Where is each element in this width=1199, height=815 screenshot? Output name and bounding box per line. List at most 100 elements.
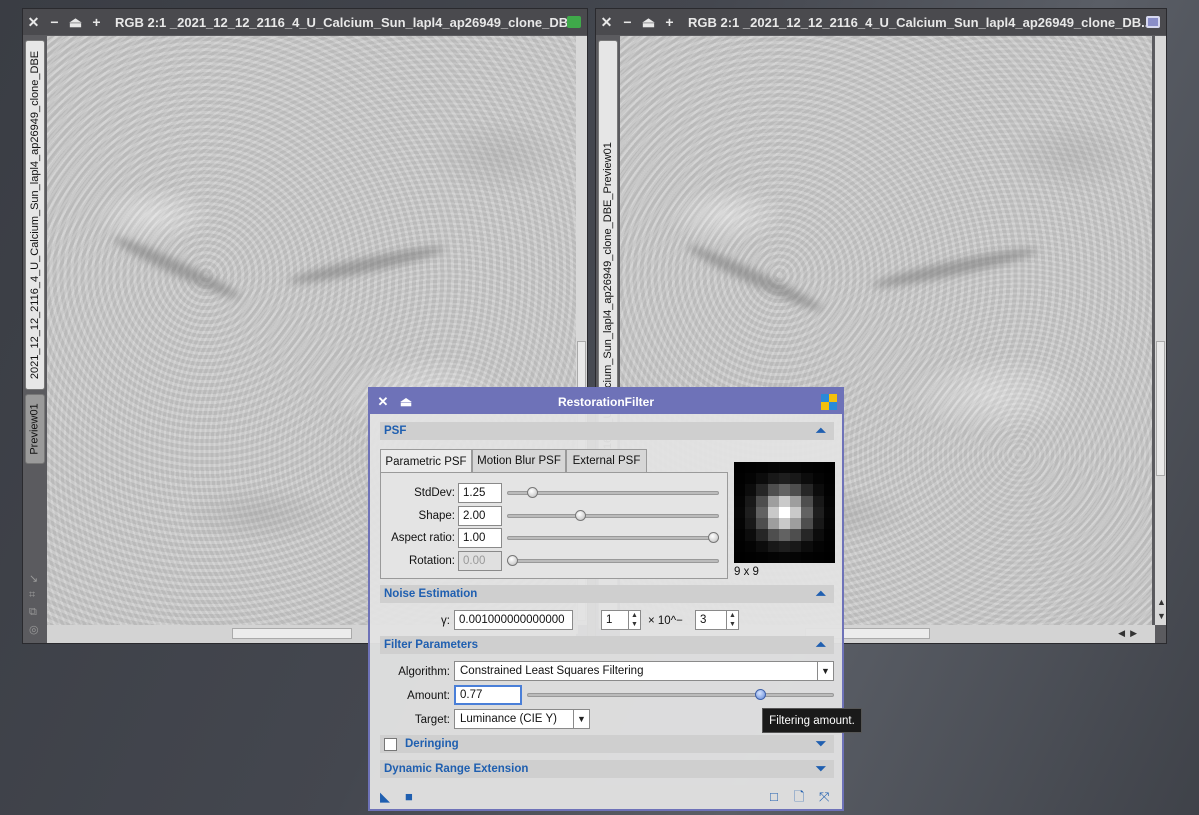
stddev-field[interactable]: 1.25: [458, 483, 502, 503]
amount-label: Amount:: [407, 690, 450, 702]
shape-slider[interactable]: [507, 514, 719, 518]
tab-motion-blur-psf[interactable]: Motion Blur PSF: [472, 449, 566, 472]
collapse-icon[interactable]: ⏶: [816, 423, 826, 438]
psf-pixel: [767, 495, 779, 507]
psf-pixel: [745, 495, 757, 507]
new-instance-icon[interactable]: ◣: [380, 790, 390, 803]
zoom-in-icon[interactable]: ↘: [29, 572, 38, 585]
scroll-right-icon[interactable]: ▶: [1130, 628, 1137, 639]
scroll-up-icon[interactable]: ▲: [1157, 597, 1166, 607]
chevron-down-icon[interactable]: ▼: [817, 662, 833, 680]
dialog-titlebar[interactable]: ✕ ⏏ RestorationFilter: [370, 389, 842, 414]
gamma-field[interactable]: 0.001000000000000: [454, 610, 573, 630]
spin-arrows-icon[interactable]: ▲ ▼: [726, 611, 738, 629]
filter-section-header[interactable]: Filter Parameters ⏶: [380, 636, 834, 654]
maximize-icon[interactable]: +: [86, 14, 107, 30]
psf-pixel: [756, 484, 768, 496]
psf-pixel: [745, 551, 757, 563]
slider-knob[interactable]: [575, 510, 587, 521]
close-icon[interactable]: ✕: [596, 14, 617, 31]
deringing-checkbox[interactable]: [384, 737, 397, 751]
psf-size-label: 9 x 9: [734, 566, 759, 578]
stddev-label: StdDev:: [414, 487, 455, 499]
psf-pixel: [812, 462, 824, 474]
psf-pixel: [745, 473, 757, 485]
amount-field[interactable]: 0.77: [454, 685, 522, 705]
target-icon[interactable]: ◎: [29, 623, 39, 636]
noise-section-header[interactable]: Noise Estimation ⏶: [380, 585, 834, 603]
target-select[interactable]: Luminance (CIE Y) ▼: [454, 709, 590, 729]
tab-external-psf[interactable]: External PSF: [566, 449, 647, 472]
psf-pixel: [801, 506, 813, 519]
shape-label: Shape:: [418, 510, 455, 522]
slider-knob[interactable]: [754, 689, 766, 700]
tooltip: Filtering amount.: [762, 708, 862, 733]
preview-icon[interactable]: □: [770, 790, 778, 803]
algorithm-select[interactable]: Constrained Least Squares Filtering ▼: [454, 661, 834, 681]
shape-field[interactable]: 2.00: [458, 506, 502, 526]
dynamic-range-label: Dynamic Range Extension: [384, 763, 529, 775]
collapse-icon[interactable]: ⏶: [816, 637, 826, 652]
stddev-slider[interactable]: [507, 491, 719, 495]
minimize-icon[interactable]: −: [617, 14, 638, 30]
close-icon[interactable]: ✕: [23, 14, 44, 31]
deringing-section-header[interactable]: Deringing ⏷: [380, 735, 834, 753]
shade-icon[interactable]: ⏏: [65, 14, 86, 31]
scroll-left-icon[interactable]: ◀: [1118, 628, 1125, 639]
shade-icon[interactable]: ⏏: [638, 14, 659, 31]
dynamic-range-section-header[interactable]: Dynamic Range Extension ⏷: [380, 760, 834, 778]
scroll-thumb[interactable]: [232, 628, 352, 639]
link-icon[interactable]: [567, 16, 581, 28]
exponent-spinbox[interactable]: 3 ▲ ▼: [695, 610, 739, 630]
psf-pixel: [823, 473, 835, 485]
restoration-filter-dialog[interactable]: ✕ ⏏ RestorationFilter PSF ⏶ Parametric P…: [368, 387, 844, 811]
psf-preview-image: [734, 462, 835, 563]
vertical-scrollbar[interactable]: ▲ ▼: [1155, 36, 1166, 625]
psf-section-header[interactable]: PSF ⏶: [380, 422, 834, 440]
rotation-field: 0.00: [458, 551, 502, 571]
minimize-icon[interactable]: −: [44, 14, 65, 30]
psf-pixel: [778, 495, 791, 507]
reset-icon[interactable]: ⤧: [819, 790, 829, 803]
fit-view-icon[interactable]: ⌗: [29, 589, 35, 602]
psf-pixel: [801, 540, 813, 552]
scroll-down-icon[interactable]: ▼: [1157, 611, 1166, 621]
chevron-down-icon[interactable]: ▼: [573, 710, 589, 728]
amount-slider[interactable]: [527, 693, 834, 697]
shade-icon[interactable]: ⏏: [396, 394, 416, 410]
window-titlebar[interactable]: ✕ − ⏏ + RGB 2:1 _2021_12_12_2116_4_U_Cal…: [23, 9, 587, 35]
algorithm-value: Constrained Least Squares Filtering: [460, 665, 644, 677]
close-icon[interactable]: ✕: [373, 394, 393, 410]
copy-icon[interactable]: ⧉: [29, 606, 37, 619]
apply-icon[interactable]: ■: [405, 790, 413, 803]
aspect-ratio-slider[interactable]: [507, 536, 719, 540]
preview-mode-icon[interactable]: [1146, 16, 1160, 28]
scroll-thumb[interactable]: [1156, 341, 1165, 476]
browse-documentation-icon[interactable]: 🗋: [794, 790, 804, 803]
slider-knob[interactable]: [708, 532, 719, 543]
window-titlebar[interactable]: ✕ − ⏏ + RGB 2:1 _2021_12_12_2116_4_U_Cal…: [596, 9, 1166, 35]
psf-pixel: [812, 484, 824, 496]
spin-arrows-icon[interactable]: ▲ ▼: [628, 611, 640, 629]
process-icon[interactable]: [821, 394, 837, 410]
tab-main-view[interactable]: 2021_12_12_2116_4_U_Calcium_Sun_lapl4_ap…: [25, 40, 45, 390]
mantissa-spinbox[interactable]: 1 ▲ ▼: [601, 610, 641, 630]
psf-pixel: [790, 484, 802, 496]
view-tabs: 2021_12_12_2116_4_U_Calcium_Sun_lapl4_ap…: [23, 36, 47, 643]
maximize-icon[interactable]: +: [659, 14, 680, 30]
slider-knob[interactable]: [527, 487, 539, 498]
psf-pixel: [745, 518, 757, 530]
slider-knob[interactable]: [507, 555, 518, 566]
filament: [287, 241, 447, 289]
psf-pixel: [801, 484, 813, 496]
aspect-ratio-field[interactable]: 1.00: [458, 528, 502, 548]
psf-pixel: [734, 518, 746, 530]
tab-parametric-psf[interactable]: Parametric PSF: [380, 449, 472, 473]
expand-icon[interactable]: ⏷: [816, 761, 826, 776]
psf-section-label: PSF: [384, 425, 407, 437]
collapse-icon[interactable]: ⏶: [816, 586, 826, 601]
tab-preview01[interactable]: Preview01: [25, 394, 45, 464]
window-title: RGB 2:1 _2021_12_12_2116_4_U_Calcium_Sun…: [688, 14, 1146, 30]
expand-icon[interactable]: ⏷: [816, 736, 826, 751]
psf-pixel: [823, 495, 835, 507]
